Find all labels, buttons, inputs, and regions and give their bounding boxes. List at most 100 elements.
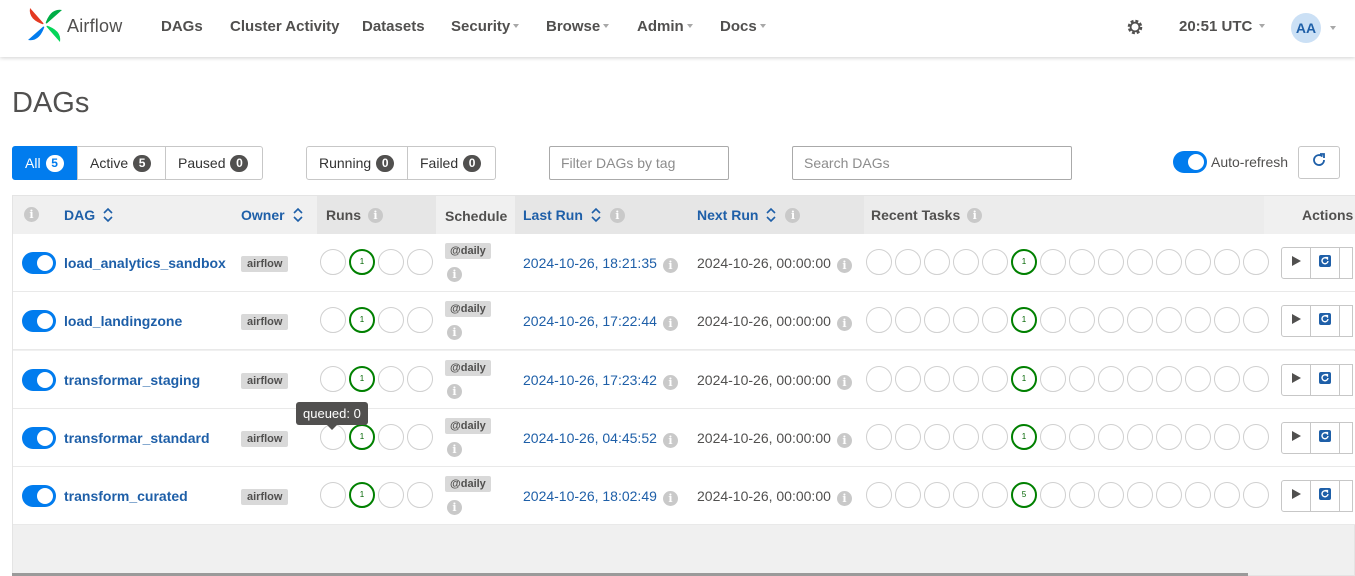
last-run-info[interactable]: i <box>663 314 678 332</box>
task-status-circle[interactable] <box>1156 249 1182 275</box>
header-last-run[interactable]: Last Run i <box>523 207 625 223</box>
schedule-tag[interactable]: @daily <box>445 418 491 434</box>
run-status-circle[interactable] <box>378 307 404 333</box>
dag-name-link[interactable]: transformar_staging <box>64 372 200 388</box>
last-run-info[interactable]: i <box>663 431 678 449</box>
task-status-circle[interactable] <box>895 307 921 333</box>
task-status-circle[interactable] <box>1098 307 1124 333</box>
next-run-info[interactable]: i <box>837 373 852 391</box>
task-status-circle[interactable] <box>866 249 892 275</box>
task-status-circle[interactable] <box>895 366 921 392</box>
schedule-info[interactable]: i <box>447 440 462 458</box>
task-status-circle[interactable] <box>1243 249 1269 275</box>
run-status-circle[interactable]: 1 <box>349 366 375 392</box>
task-status-circle[interactable] <box>1098 424 1124 450</box>
trigger-dag-button[interactable] <box>1281 247 1311 279</box>
task-status-circle[interactable] <box>982 424 1008 450</box>
next-run-info[interactable]: i <box>837 314 852 332</box>
schedule-tag[interactable]: @daily <box>445 476 491 492</box>
next-run-info[interactable]: i <box>837 256 852 274</box>
nav-browse[interactable]: Browse <box>546 18 610 35</box>
run-status-circle[interactable]: 1 <box>349 424 375 450</box>
task-status-circle[interactable] <box>1040 424 1066 450</box>
search-dags-input[interactable] <box>792 146 1072 180</box>
run-status-circle[interactable] <box>407 482 433 508</box>
task-status-circle[interactable] <box>1127 366 1153 392</box>
task-status-circle[interactable] <box>1156 307 1182 333</box>
run-status-circle[interactable] <box>320 307 346 333</box>
task-status-circle[interactable] <box>1069 307 1095 333</box>
task-status-circle[interactable]: 5 <box>1011 482 1037 508</box>
task-status-circle[interactable] <box>1243 307 1269 333</box>
task-status-circle[interactable] <box>1214 307 1240 333</box>
task-status-circle[interactable] <box>953 482 979 508</box>
schedule-tag[interactable]: @daily <box>445 360 491 376</box>
task-status-circle[interactable] <box>953 249 979 275</box>
task-status-circle[interactable] <box>924 307 950 333</box>
filter-all-button[interactable]: All 5 <box>12 146 78 180</box>
dag-pause-toggle[interactable] <box>22 252 56 274</box>
trigger-dag-button[interactable] <box>1281 480 1311 512</box>
clear-dag-button[interactable] <box>1310 364 1340 396</box>
task-status-circle[interactable] <box>1214 424 1240 450</box>
auto-refresh-toggle[interactable] <box>1173 151 1207 173</box>
run-status-circle[interactable] <box>320 482 346 508</box>
header-dag[interactable]: DAG <box>64 207 113 223</box>
task-status-circle[interactable] <box>1214 249 1240 275</box>
task-status-circle[interactable] <box>924 424 950 450</box>
task-status-circle[interactable] <box>866 482 892 508</box>
last-run-info[interactable]: i <box>663 489 678 507</box>
owner-tag[interactable]: airflow <box>241 314 289 330</box>
clear-dag-button[interactable] <box>1310 247 1340 279</box>
task-status-circle[interactable] <box>924 366 950 392</box>
refresh-button[interactable] <box>1298 146 1340 179</box>
clear-dag-button[interactable] <box>1310 422 1340 454</box>
schedule-info[interactable]: i <box>447 265 462 283</box>
last-run-link[interactable]: 2024-10-26, 18:21:35 <box>523 255 657 271</box>
dag-pause-toggle[interactable] <box>22 369 56 391</box>
dag-name-link[interactable]: transform_curated <box>64 488 188 504</box>
task-status-circle[interactable] <box>953 366 979 392</box>
run-status-circle[interactable] <box>407 249 433 275</box>
task-status-circle[interactable] <box>1156 366 1182 392</box>
last-run-link[interactable]: 2024-10-26, 04:45:52 <box>523 430 657 446</box>
schedule-info[interactable]: i <box>447 382 462 400</box>
task-status-circle[interactable] <box>1098 366 1124 392</box>
trigger-dag-button[interactable] <box>1281 422 1311 454</box>
task-status-circle[interactable] <box>1214 482 1240 508</box>
task-status-circle[interactable] <box>1243 424 1269 450</box>
task-status-circle[interactable] <box>1185 307 1211 333</box>
run-status-circle[interactable] <box>320 249 346 275</box>
tag-filter-input[interactable] <box>549 146 729 180</box>
nav-datasets[interactable]: Datasets <box>362 18 425 35</box>
task-status-circle[interactable] <box>895 249 921 275</box>
task-status-circle[interactable] <box>1156 424 1182 450</box>
utc-time-dropdown[interactable]: 20:51 UTC <box>1179 18 1266 35</box>
task-status-circle[interactable] <box>924 249 950 275</box>
task-status-circle[interactable] <box>1069 482 1095 508</box>
run-status-circle[interactable]: 1 <box>349 249 375 275</box>
run-status-circle[interactable] <box>378 366 404 392</box>
run-status-circle[interactable] <box>407 307 433 333</box>
task-status-circle[interactable] <box>1214 366 1240 392</box>
brand[interactable]: Airflow <box>26 6 122 49</box>
nav-admin[interactable]: Admin <box>637 18 693 35</box>
clear-dag-button[interactable] <box>1310 480 1340 512</box>
task-status-circle[interactable] <box>1185 482 1211 508</box>
user-avatar[interactable]: AA <box>1291 13 1321 43</box>
task-status-circle[interactable] <box>1185 424 1211 450</box>
task-status-circle[interactable] <box>866 424 892 450</box>
task-status-circle[interactable]: 1 <box>1011 424 1037 450</box>
filter-active-button[interactable]: Active 5 <box>77 146 166 180</box>
more-actions-button[interactable] <box>1339 247 1353 279</box>
task-status-circle[interactable] <box>1098 249 1124 275</box>
owner-tag[interactable]: airflow <box>241 373 289 389</box>
task-status-circle[interactable] <box>982 307 1008 333</box>
schedule-tag[interactable]: @daily <box>445 301 491 317</box>
run-status-circle[interactable] <box>378 424 404 450</box>
task-status-circle[interactable] <box>1127 424 1153 450</box>
last-run-link[interactable]: 2024-10-26, 17:23:42 <box>523 372 657 388</box>
task-status-circle[interactable] <box>1040 482 1066 508</box>
nav-security[interactable]: Security <box>451 18 520 35</box>
run-status-circle[interactable] <box>378 482 404 508</box>
